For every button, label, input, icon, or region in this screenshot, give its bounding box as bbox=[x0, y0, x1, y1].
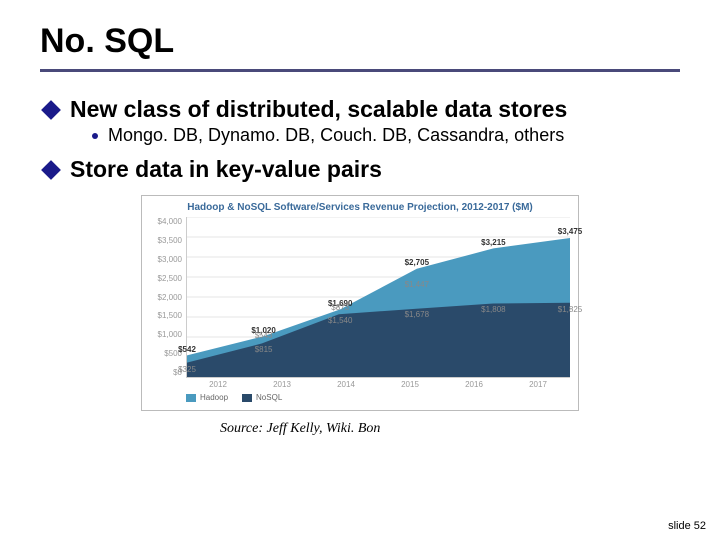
slide: No. SQL New class of distributed, scalab… bbox=[0, 0, 720, 540]
source-caption: Source: Jeff Kelly, Wiki. Bon bbox=[220, 421, 680, 437]
ytick-label: $3,500 bbox=[158, 236, 182, 245]
data-label: $1,808 bbox=[481, 305, 505, 314]
bullet-text: New class of distributed, scalable data … bbox=[70, 96, 567, 123]
ytick-label: $2,500 bbox=[158, 274, 182, 283]
ytick-label: $3,000 bbox=[158, 255, 182, 264]
legend-item: Hadoop bbox=[186, 393, 228, 402]
data-label: $1,540 bbox=[328, 316, 352, 325]
bullet-text: Store data in key-value pairs bbox=[70, 156, 382, 183]
chart-plot: $542$1,020$1,690$2,705$3,215$3,475$325$8… bbox=[186, 217, 570, 378]
slide-title: No. SQL bbox=[40, 22, 680, 61]
ytick-label: $1,000 bbox=[158, 330, 182, 339]
chart-card: Hadoop & NoSQL Software/Services Revenue… bbox=[141, 195, 579, 411]
legend-swatch-icon bbox=[242, 394, 252, 402]
slide-number: slide 52 bbox=[668, 520, 706, 532]
chart-xaxis: 201220132014201520162017 bbox=[186, 378, 570, 389]
data-label: $542 bbox=[178, 345, 196, 354]
chart-title: Hadoop & NoSQL Software/Services Revenue… bbox=[150, 202, 570, 217]
data-label: $1,825 bbox=[558, 305, 582, 314]
title-divider bbox=[40, 69, 680, 72]
disc-icon bbox=[92, 133, 98, 139]
legend-label: NoSQL bbox=[256, 393, 282, 402]
chart-frame: $4,000 $3,500 $3,000 $2,500 $2,000 $1,500 $1,0… bbox=[150, 217, 570, 389]
data-label: $1,447 bbox=[405, 280, 429, 289]
xtick-label: 2012 bbox=[186, 380, 250, 389]
xtick-label: 2017 bbox=[506, 380, 570, 389]
data-label: $815 bbox=[255, 345, 273, 354]
subbullet-1: Mongo. DB, Dynamo. DB, Couch. DB, Cassan… bbox=[92, 125, 680, 146]
ytick-label: $4,000 bbox=[158, 217, 182, 226]
xtick-label: 2015 bbox=[378, 380, 442, 389]
ytick-label: $2,000 bbox=[158, 293, 182, 302]
data-label: $3,475 bbox=[558, 227, 582, 236]
bullet-2: Store data in key-value pairs bbox=[44, 156, 680, 183]
legend-label: Hadoop bbox=[200, 393, 228, 402]
ytick-label: $1,500 bbox=[158, 311, 182, 320]
data-label: $873 bbox=[331, 303, 349, 312]
diamond-icon bbox=[41, 100, 61, 120]
data-label: $3,215 bbox=[481, 238, 505, 247]
bullet-1: New class of distributed, scalable data … bbox=[44, 96, 680, 123]
diamond-icon bbox=[41, 160, 61, 180]
data-label: $1,678 bbox=[405, 310, 429, 319]
legend-item: NoSQL bbox=[242, 393, 282, 402]
xtick-label: 2016 bbox=[442, 380, 506, 389]
chart-legend: Hadoop NoSQL bbox=[150, 389, 570, 402]
subbullet-text: Mongo. DB, Dynamo. DB, Couch. DB, Cassan… bbox=[108, 125, 564, 146]
plot-wrap: $542$1,020$1,690$2,705$3,215$3,475$325$8… bbox=[186, 217, 570, 389]
xtick-label: 2013 bbox=[250, 380, 314, 389]
chart-svg bbox=[187, 217, 570, 377]
xtick-label: 2014 bbox=[314, 380, 378, 389]
data-label: $2,705 bbox=[405, 258, 429, 267]
legend-swatch-icon bbox=[186, 394, 196, 402]
data-label: $325 bbox=[178, 365, 196, 374]
data-label: $543 bbox=[255, 331, 273, 340]
